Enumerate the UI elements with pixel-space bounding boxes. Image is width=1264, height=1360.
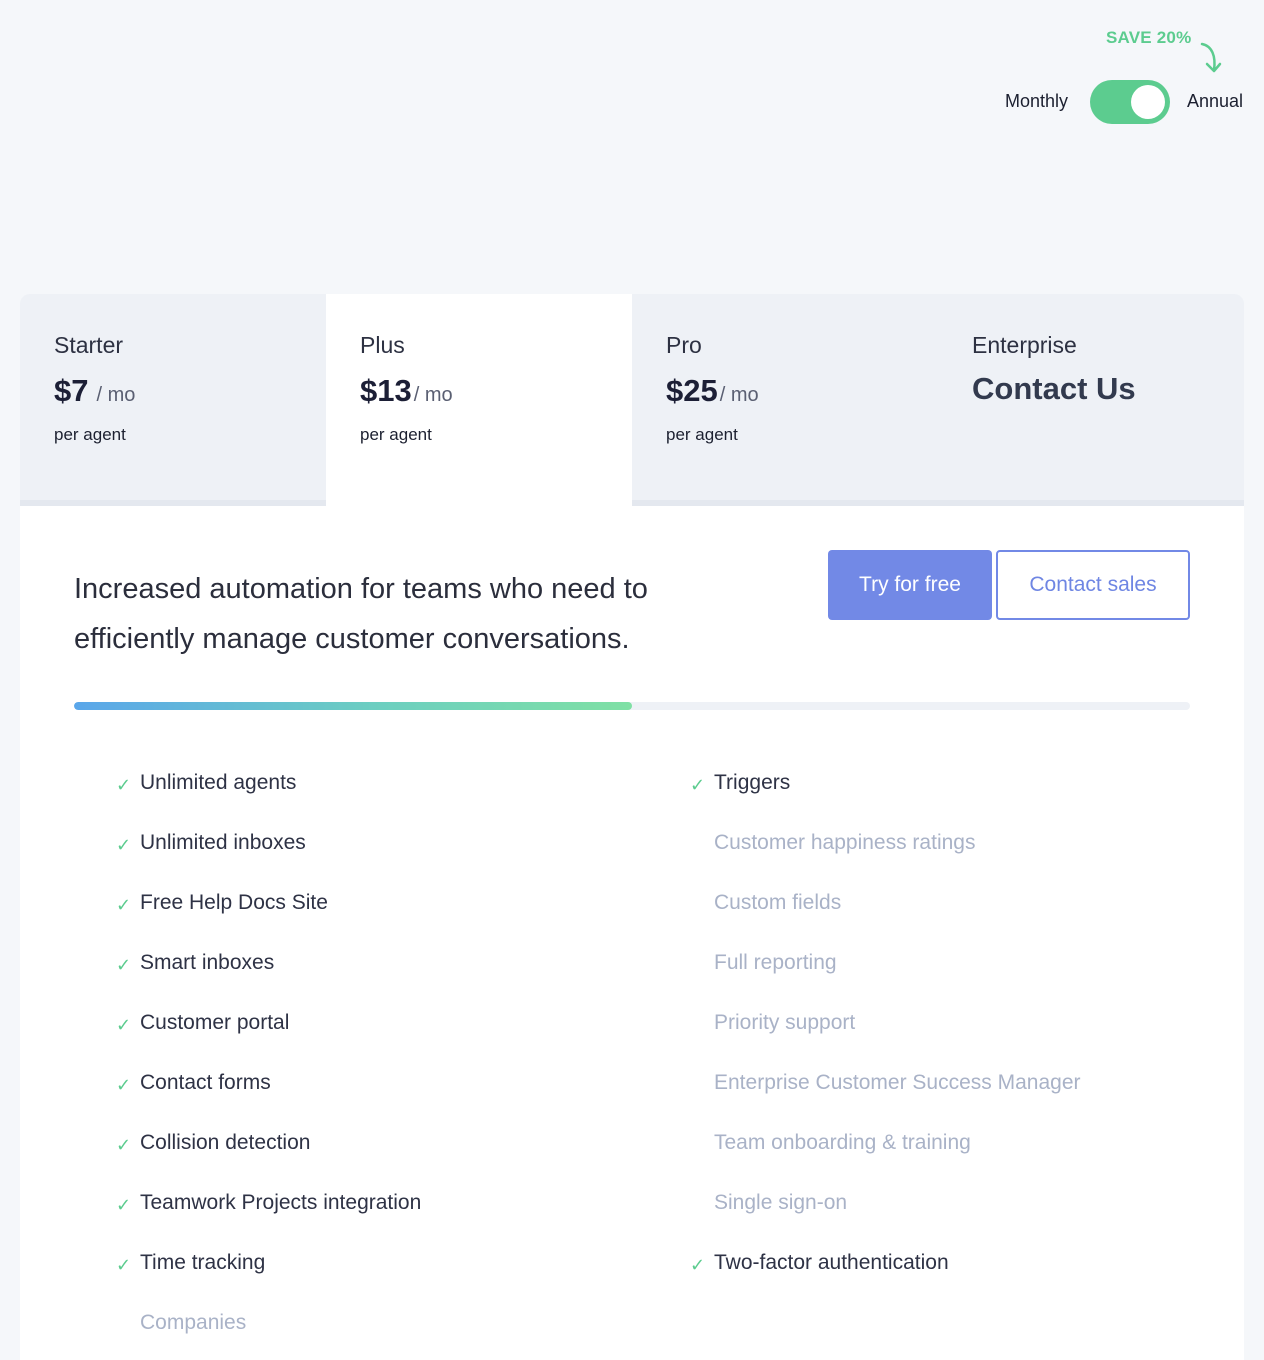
feature-item: ✓ Smart inboxes xyxy=(116,948,421,1008)
feature-item: ✓ Teamwork Projects integration xyxy=(116,1188,421,1248)
tier-progress-bar xyxy=(74,702,1190,710)
pricing-page: SAVE 20% Monthly Annual Starter $7 / mo … xyxy=(0,0,1264,1360)
tab-enterprise[interactable]: Enterprise Contact Us xyxy=(938,294,1244,506)
feature-label: Team onboarding & training xyxy=(714,1131,971,1154)
feature-item: ✓ Unlimited agents xyxy=(116,768,421,828)
plan-name: Pro xyxy=(666,332,702,358)
try-for-free-button[interactable]: Try for free xyxy=(828,550,992,620)
plan-price: $25 xyxy=(666,373,718,408)
monthly-label[interactable]: Monthly xyxy=(1005,91,1068,112)
feature-item: ✓ Customer portal xyxy=(116,1008,421,1068)
feature-label: Free Help Docs Site xyxy=(140,891,328,914)
plan-price: $13 xyxy=(360,373,412,408)
feature-label: Time tracking xyxy=(140,1251,266,1274)
feature-label: Customer portal xyxy=(140,1011,290,1034)
feature-item: Customer happiness ratings xyxy=(690,828,1081,888)
feature-item: Team onboarding & training xyxy=(690,1128,1081,1188)
feature-label: Full reporting xyxy=(714,951,837,974)
toggle-knob xyxy=(1131,85,1165,119)
feature-item: ✓ Unlimited inboxes xyxy=(116,828,421,888)
check-icon: ✓ xyxy=(116,775,132,795)
feature-item: ✓ Two-factor authentication xyxy=(690,1248,1081,1308)
feature-label: Single sign-on xyxy=(714,1191,848,1214)
feature-label: Collision detection xyxy=(140,1131,311,1154)
feature-item: Priority support xyxy=(690,1008,1081,1068)
feature-label: Customer happiness ratings xyxy=(714,831,976,854)
check-icon: ✓ xyxy=(116,1135,132,1155)
plan-description: Increased automation for teams who need … xyxy=(74,573,648,655)
feature-label: Custom fields xyxy=(714,891,842,914)
plan-name: Plus xyxy=(360,332,405,358)
feature-label: Unlimited agents xyxy=(140,771,297,794)
tab-starter[interactable]: Starter $7 / mo per agent xyxy=(20,294,326,506)
feature-list-left: ✓ Unlimited agents ✓ Unlimited inboxes ✓ Free… xyxy=(116,768,421,1360)
feature-item: Companies xyxy=(116,1308,421,1360)
feature-item: ✓ Collision detection xyxy=(116,1128,421,1188)
save-badge: SAVE 20% xyxy=(1106,28,1192,47)
price-unit: / mo xyxy=(96,384,136,406)
feature-label: Priority support xyxy=(714,1011,856,1034)
check-icon: ✓ xyxy=(116,1015,132,1035)
feature-label: Smart inboxes xyxy=(140,951,275,974)
feature-label: Unlimited inboxes xyxy=(140,831,306,854)
feature-label: Triggers xyxy=(714,771,791,794)
plan-price: $7 xyxy=(54,373,89,408)
contact-us-label: Contact Us xyxy=(972,371,1136,406)
check-icon: ✓ xyxy=(116,835,132,855)
feature-label: Two-factor authentication xyxy=(714,1251,949,1274)
feature-item: Single sign-on xyxy=(690,1188,1081,1248)
check-icon: ✓ xyxy=(116,1075,132,1095)
check-icon: ✓ xyxy=(116,895,132,915)
feature-label: Enterprise Customer Success Manager xyxy=(714,1071,1081,1094)
feature-item: Enterprise Customer Success Manager xyxy=(690,1068,1081,1128)
check-icon: ✓ xyxy=(690,775,706,795)
feature-item: ✓ Free Help Docs Site xyxy=(116,888,421,948)
annual-label[interactable]: Annual xyxy=(1187,91,1243,112)
feature-item: Full reporting xyxy=(690,948,1081,1008)
contact-sales-button[interactable]: Contact sales xyxy=(996,550,1190,620)
feature-label: Companies xyxy=(140,1311,247,1334)
price-basis: per agent xyxy=(54,425,126,444)
plan-name: Enterprise xyxy=(972,332,1077,358)
check-icon: ✓ xyxy=(116,955,132,975)
price-unit: / mo xyxy=(719,384,759,406)
feature-list-right: ✓ Triggers Customer happiness ratings Custo… xyxy=(690,768,1081,1308)
price-basis: per agent xyxy=(360,425,432,444)
plan-name: Starter xyxy=(54,332,124,358)
feature-item: ✓ Time tracking xyxy=(116,1248,421,1308)
check-icon: ✓ xyxy=(116,1195,132,1215)
feature-label: Teamwork Projects integration xyxy=(140,1191,422,1214)
curved-arrow-icon xyxy=(1200,42,1222,73)
price-unit: / mo xyxy=(413,384,453,406)
tab-plus[interactable]: Plus $13 / mo per agent xyxy=(326,294,632,506)
check-icon: ✓ xyxy=(116,1255,132,1275)
feature-item: ✓ Triggers xyxy=(690,768,1081,828)
tier-progress-fill xyxy=(74,702,632,710)
billing-period-toggle[interactable] xyxy=(1090,80,1170,124)
feature-item: ✓ Contact forms xyxy=(116,1068,421,1128)
feature-item: Custom fields xyxy=(690,888,1081,948)
plan-detail-panel: Increased automation for teams who need … xyxy=(20,506,1244,1360)
feature-label: Contact forms xyxy=(140,1071,271,1094)
tab-pro[interactable]: Pro $25 / mo per agent xyxy=(632,294,938,506)
plan-tabs: Starter $7 / mo per agent Plus $13 / mo … xyxy=(20,294,1244,506)
price-basis: per agent xyxy=(666,425,738,444)
check-icon: ✓ xyxy=(690,1255,706,1275)
